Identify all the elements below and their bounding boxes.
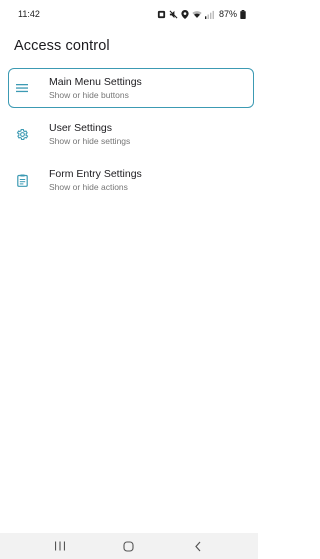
status-bar: 11:42 87% (0, 0, 258, 28)
form-entry-settings-text: Form Entry Settings Show or hide actions (49, 168, 142, 192)
user-settings-title: User Settings (49, 122, 113, 135)
settings-list: Main Menu Settings Show or hide buttons … (0, 68, 258, 206)
home-button[interactable] (114, 536, 144, 556)
clipboard-icon (15, 173, 29, 187)
form-entry-settings-subtitle: Show or hide actions (49, 181, 128, 192)
main-menu-settings-subtitle: Show or hide buttons (49, 89, 129, 100)
recent-apps-icon (55, 541, 66, 551)
alarm-off-icon (157, 10, 166, 19)
wifi-icon (192, 10, 202, 19)
main-menu-settings-text: Main Menu Settings Show or hide buttons (49, 76, 142, 100)
user-settings-subtitle: Show or hide settings (49, 135, 131, 146)
recent-apps-button[interactable] (45, 536, 75, 556)
form-entry-settings-title: Form Entry Settings (49, 168, 142, 181)
navigation-bar (0, 533, 258, 559)
status-time: 11:42 (18, 9, 40, 19)
page-title: Access control (14, 38, 110, 54)
location-icon (181, 9, 189, 19)
form-entry-settings-item[interactable]: Form Entry Settings Show or hide actions (8, 160, 254, 200)
battery-icon (240, 9, 246, 19)
app-bar: Access control (0, 28, 258, 64)
signal-icon (204, 10, 214, 19)
back-icon (194, 541, 201, 551)
mute-icon (169, 10, 178, 19)
menu-icon (15, 81, 29, 95)
home-icon (123, 540, 135, 552)
main-menu-settings-item[interactable]: Main Menu Settings Show or hide buttons (8, 68, 254, 108)
main-menu-settings-title: Main Menu Settings (49, 76, 142, 89)
gear-icon (15, 127, 29, 141)
user-settings-item[interactable]: User Settings Show or hide settings (8, 114, 254, 154)
status-icons: 87% (157, 9, 246, 19)
battery-percent: 87% (218, 9, 237, 19)
user-settings-text: User Settings Show or hide settings (49, 122, 130, 146)
back-button[interactable] (183, 536, 213, 556)
